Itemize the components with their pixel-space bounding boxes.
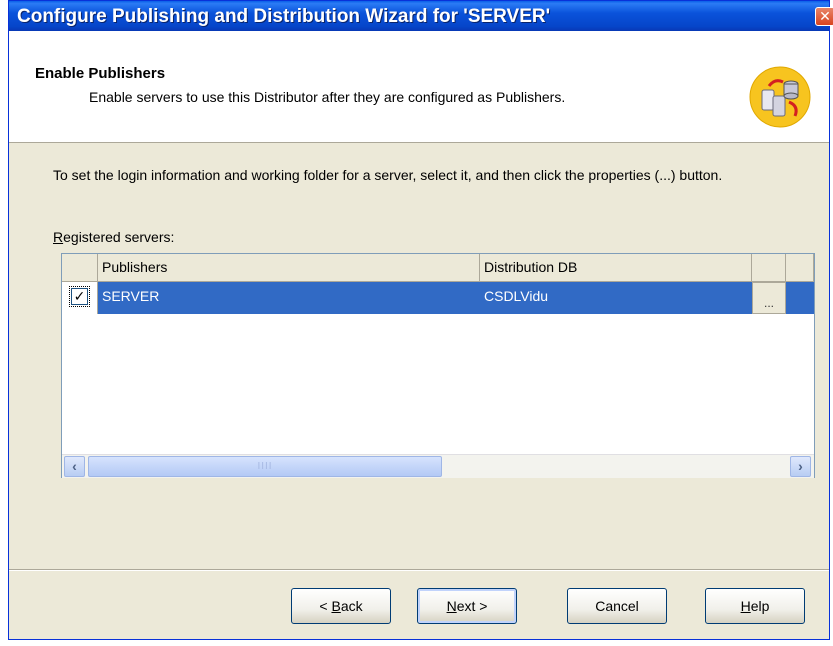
row-check-cell: ✓ xyxy=(62,282,98,314)
back-prefix: < xyxy=(319,598,332,614)
registered-servers-label: Registered servers: xyxy=(53,229,174,245)
properties-button[interactable]: ... xyxy=(752,282,786,314)
publisher-enabled-checkbox[interactable]: ✓ xyxy=(69,286,90,307)
servers-distribution-icon xyxy=(749,66,811,128)
instruction-text: To set the login information and working… xyxy=(53,167,723,183)
wizard-header: Enable Publishers Enable servers to use … xyxy=(9,31,829,143)
next-button[interactable]: Next > xyxy=(417,588,517,624)
close-button[interactable]: ✕ xyxy=(815,7,833,26)
column-header-distribution-db[interactable]: Distribution DB xyxy=(480,254,752,282)
table-row[interactable]: ✓ SERVER CSDLVidu ... xyxy=(62,282,786,314)
scroll-left-arrow-icon[interactable]: ‹ xyxy=(64,456,85,477)
next-rest: ext > xyxy=(456,598,488,614)
cancel-button[interactable]: Cancel xyxy=(567,588,667,624)
back-button[interactable]: < Back xyxy=(291,588,391,624)
scrollbar-thumb[interactable]: IIII xyxy=(88,456,442,477)
next-mnemonic: N xyxy=(446,598,457,614)
publisher-cell[interactable]: SERVER xyxy=(102,288,159,304)
column-header-publishers[interactable]: Publishers xyxy=(98,254,480,282)
row-filler xyxy=(786,282,814,314)
distribution-db-cell[interactable]: CSDLVidu xyxy=(484,288,548,304)
footer-divider xyxy=(9,569,829,571)
page-subtitle: Enable servers to use this Distributor a… xyxy=(89,89,566,105)
help-button[interactable]: Help xyxy=(705,588,805,624)
column-header-properties xyxy=(752,254,786,282)
title-bar[interactable]: Configure Publishing and Distribution Wi… xyxy=(9,1,833,31)
back-rest: ack xyxy=(340,598,363,614)
horizontal-scrollbar[interactable]: ‹ IIII › xyxy=(62,454,814,478)
page-title: Enable Publishers xyxy=(35,65,166,82)
help-mnemonic: H xyxy=(740,598,751,614)
registered-servers-grid[interactable]: Publishers Distribution DB ✓ SERVER CSDL… xyxy=(61,253,815,478)
scroll-right-arrow-icon[interactable]: › xyxy=(790,456,811,477)
column-header-filler xyxy=(786,254,814,282)
registered-mnemonic: R xyxy=(53,229,64,245)
help-rest: elp xyxy=(750,598,770,614)
back-mnemonic: B xyxy=(331,598,341,614)
column-header-check xyxy=(62,254,98,282)
registered-label-rest: egistered servers: xyxy=(63,229,175,245)
window-title: Configure Publishing and Distribution Wi… xyxy=(17,6,551,27)
wizard-window: Configure Publishing and Distribution Wi… xyxy=(8,0,833,640)
